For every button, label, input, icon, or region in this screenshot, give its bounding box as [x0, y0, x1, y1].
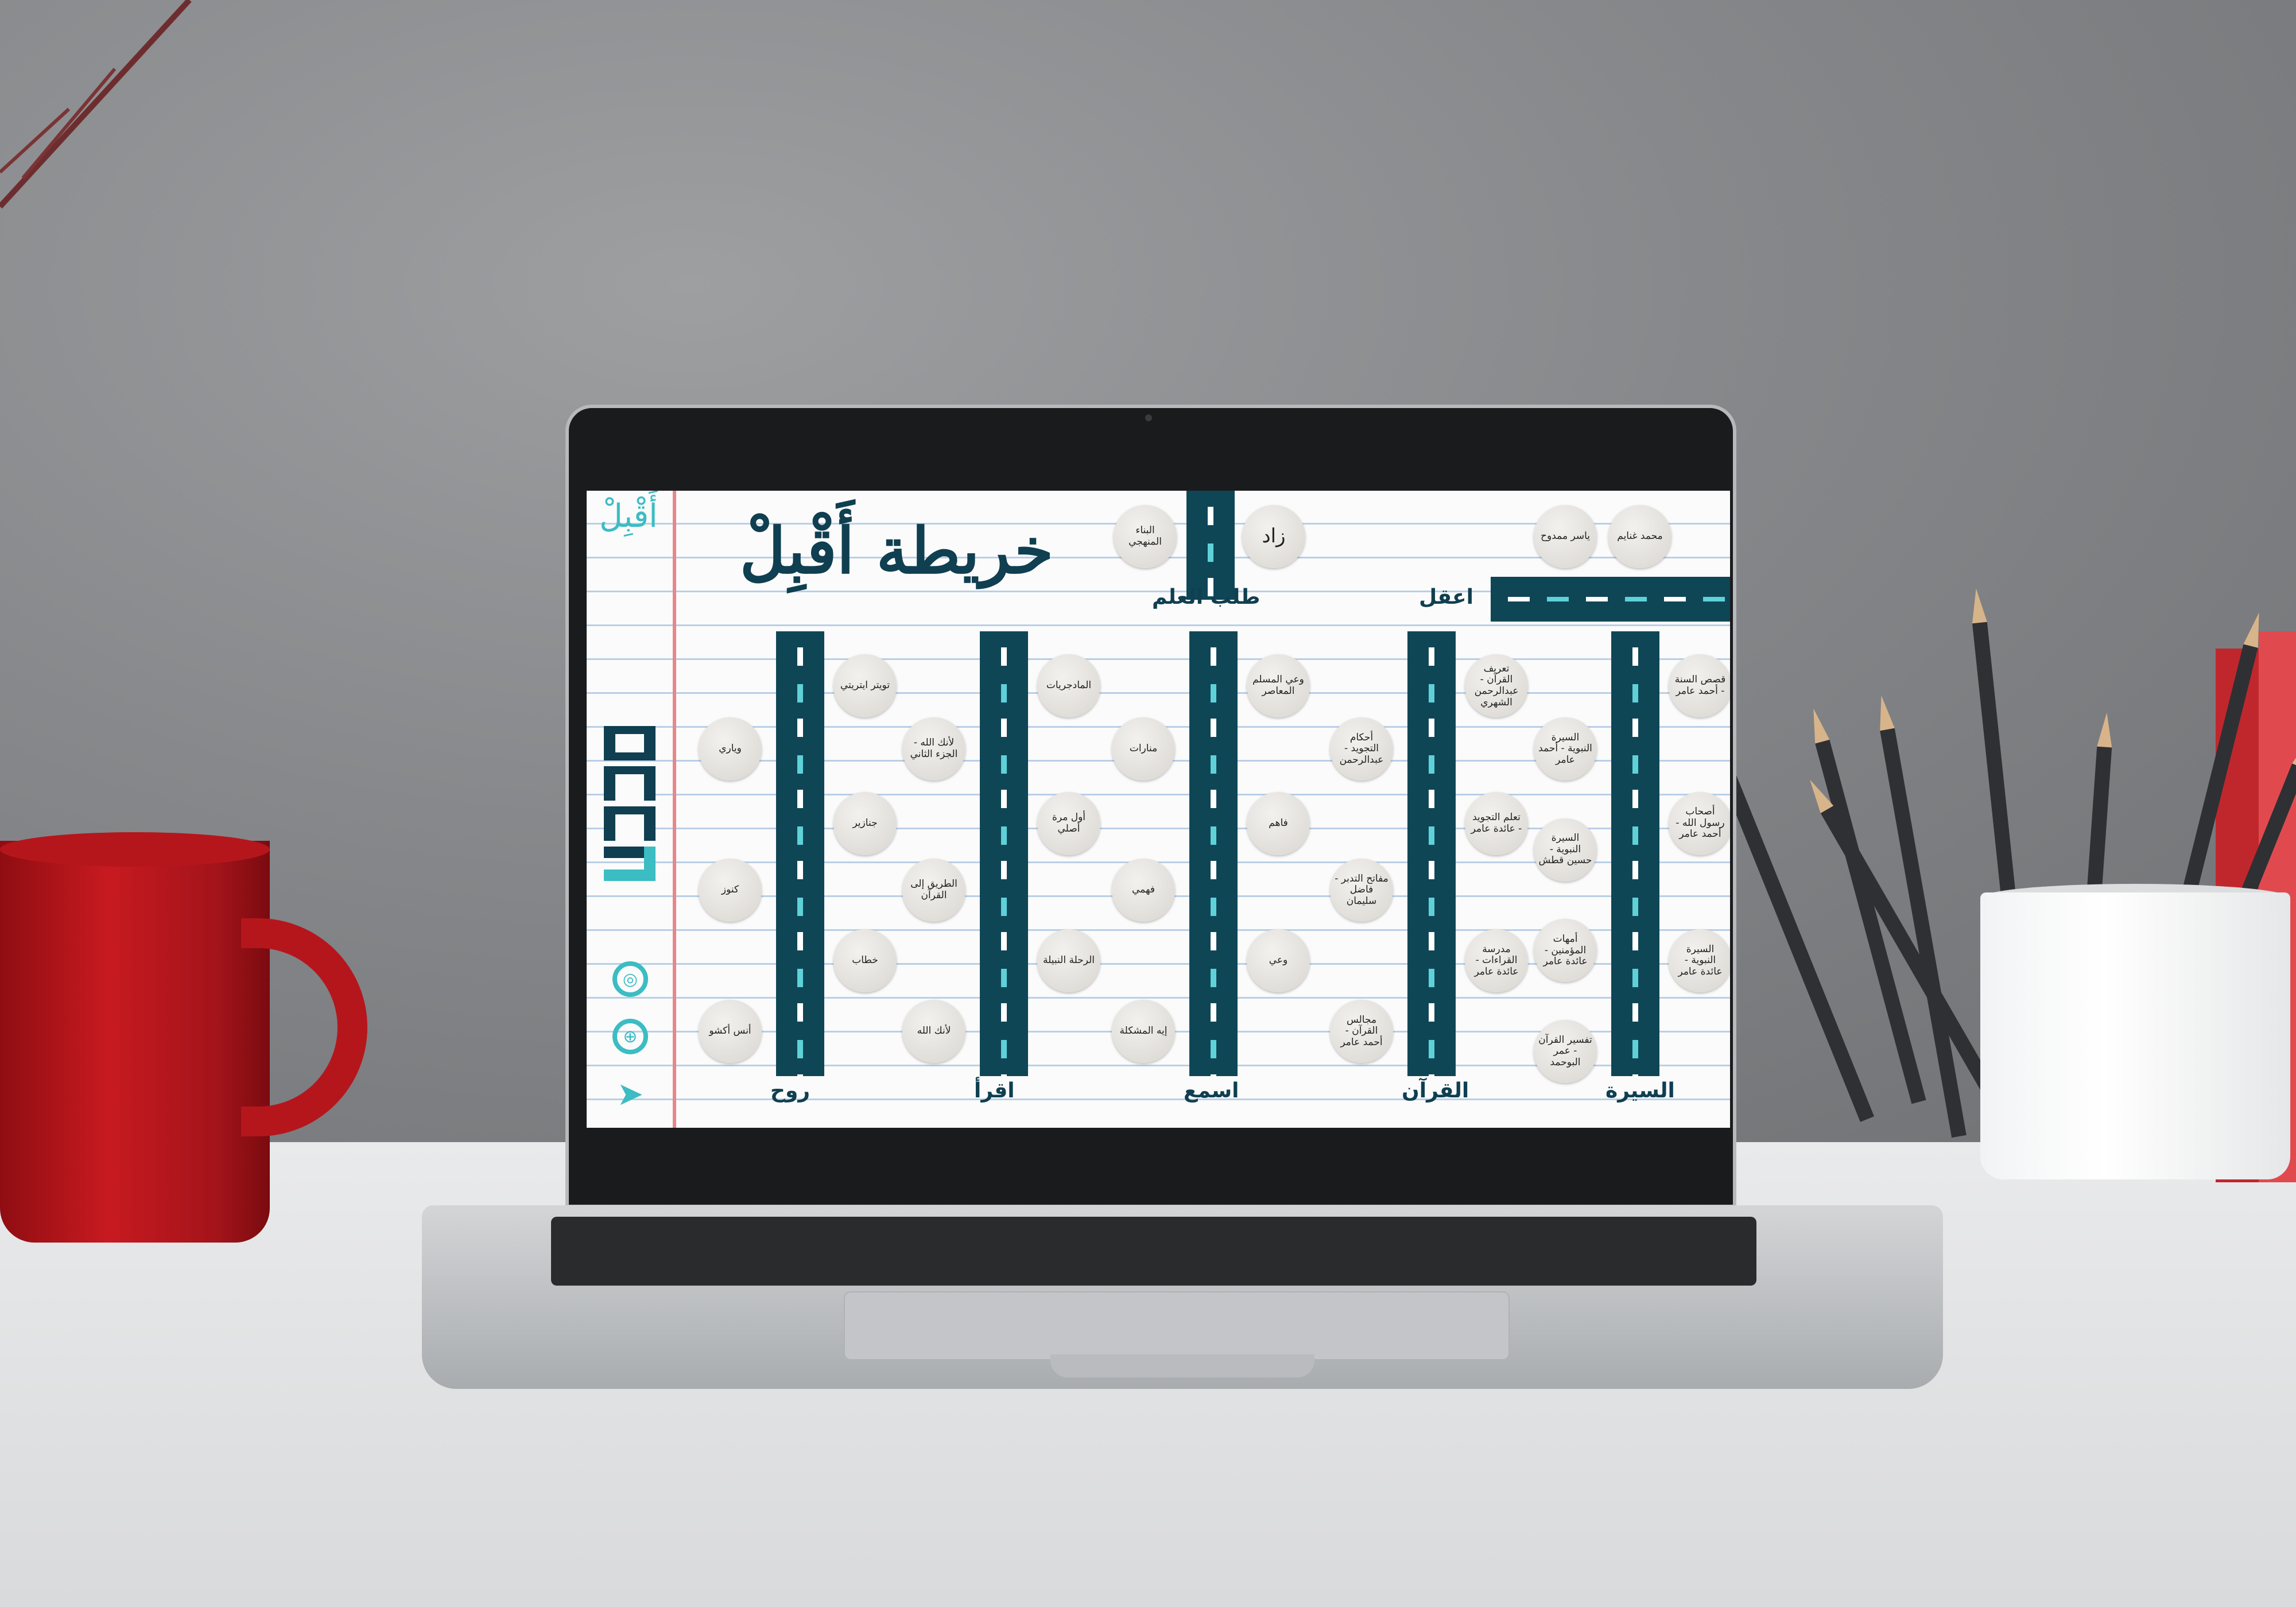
node-left[interactable]: فهمي — [1112, 859, 1175, 922]
node-yaser[interactable]: ياسر ممدوح — [1534, 505, 1597, 568]
node-left[interactable]: السيرة النبوية - حسين قطش — [1534, 818, 1597, 882]
node-right[interactable]: تعريف القرآن - عبدالرحمن الشهري — [1465, 654, 1528, 717]
webcam — [1145, 414, 1152, 421]
node-right[interactable]: السيرة النبوية - عائدة عامر — [1669, 929, 1730, 993]
road-column-0 — [1611, 631, 1659, 1076]
page-title: خريطة أَقْبِلْ — [739, 514, 1054, 588]
node-left[interactable]: أنس أكشو — [699, 1000, 762, 1063]
node-left[interactable]: مجالس القرآن - أحمد عامر — [1330, 1000, 1393, 1063]
telegram-icon[interactable]: ➤ — [612, 1076, 648, 1113]
screen: أَقْبِلْ خريطة أَقْبِلْ ◎ ⊕ ➤ محمد غنايم… — [587, 491, 1730, 1128]
node-left[interactable]: تفسير القرآن - عمر البوحمد — [1534, 1020, 1597, 1084]
column-label: اقرأ — [974, 1079, 1015, 1103]
node-left[interactable]: الطريق إلى القرآن — [902, 859, 965, 922]
node-right[interactable]: تويتر ايتريتي — [833, 654, 897, 717]
laptop-keyboard — [551, 1217, 1756, 1286]
node-right[interactable]: جنازير — [833, 791, 897, 855]
node-right[interactable]: أصحاب رسول الله - أحمد عامر — [1669, 791, 1730, 855]
column-label: روح — [770, 1079, 810, 1103]
red-mug — [0, 841, 270, 1243]
node-left[interactable]: إيه المشكلة — [1112, 1000, 1175, 1063]
node-left[interactable]: مفاتح التدبر - فاضل سليمان — [1330, 859, 1393, 922]
node-left[interactable]: السيرة النبوية - أحمد عامر — [1534, 717, 1597, 781]
road-column-1 — [1407, 631, 1456, 1076]
node-zad[interactable]: زاد — [1242, 505, 1305, 568]
node-right[interactable]: خطاب — [833, 929, 897, 993]
node-right[interactable]: مدرسة القراءات - عائدة عامر — [1465, 929, 1528, 993]
node-left[interactable]: لأنك الله - الجزء الثاني — [902, 717, 965, 781]
node-right[interactable]: أول مرة أصلي — [1037, 791, 1100, 855]
node-right[interactable]: المادجريات — [1037, 654, 1100, 717]
laptop-notch — [1050, 1354, 1314, 1377]
column-label: القرآن — [1402, 1079, 1469, 1103]
node-left[interactable]: كنوز — [699, 859, 762, 922]
node-right[interactable]: الرحلة النبيلة — [1037, 929, 1100, 993]
road-column-3 — [980, 631, 1028, 1076]
node-right[interactable]: قصص السنة - أحمد عامر — [1669, 654, 1730, 717]
pencil-cup — [1980, 892, 2290, 1179]
label-aql: اعقل — [1419, 585, 1473, 609]
node-bina[interactable]: البناء المنهجي — [1114, 505, 1177, 568]
daaj-logo — [604, 726, 656, 881]
road-column-2 — [1189, 631, 1238, 1076]
node-right[interactable]: فاهم — [1247, 791, 1310, 855]
trackpad[interactable] — [844, 1291, 1510, 1360]
node-left[interactable]: لأنك الله — [902, 1000, 965, 1063]
node-left[interactable]: أحكام التجويد - عبدالرحمن — [1330, 717, 1393, 781]
node-right[interactable]: وعي المسلم المعاصر — [1247, 654, 1310, 717]
node-right[interactable]: وعي — [1247, 929, 1310, 993]
label-talab: طلب العلم — [1152, 585, 1261, 609]
road-column-4 — [776, 631, 824, 1076]
road-top-vertical — [1186, 491, 1235, 600]
node-left[interactable]: وياري — [699, 717, 762, 781]
mug-rim — [0, 832, 270, 867]
node-left[interactable]: أمهات المؤمنين - عائدة عامر — [1534, 919, 1597, 983]
node-left[interactable]: منارات — [1112, 717, 1175, 781]
brand-small: أَقْبِلْ — [599, 498, 658, 535]
node-muhammad[interactable]: محمد غنايم — [1608, 505, 1671, 568]
signal-icon[interactable]: ◎ — [612, 961, 648, 997]
column-label: اسمع — [1184, 1079, 1239, 1103]
node-right[interactable]: تعلم التجويد - عائدة عامر — [1465, 791, 1528, 855]
branch-decoration — [0, 0, 192, 209]
column-label: السيرة — [1605, 1079, 1675, 1103]
notebook-margin-line — [673, 491, 676, 1128]
road-top-horizontal — [1491, 577, 1730, 622]
globe-icon[interactable]: ⊕ — [612, 1019, 648, 1054]
